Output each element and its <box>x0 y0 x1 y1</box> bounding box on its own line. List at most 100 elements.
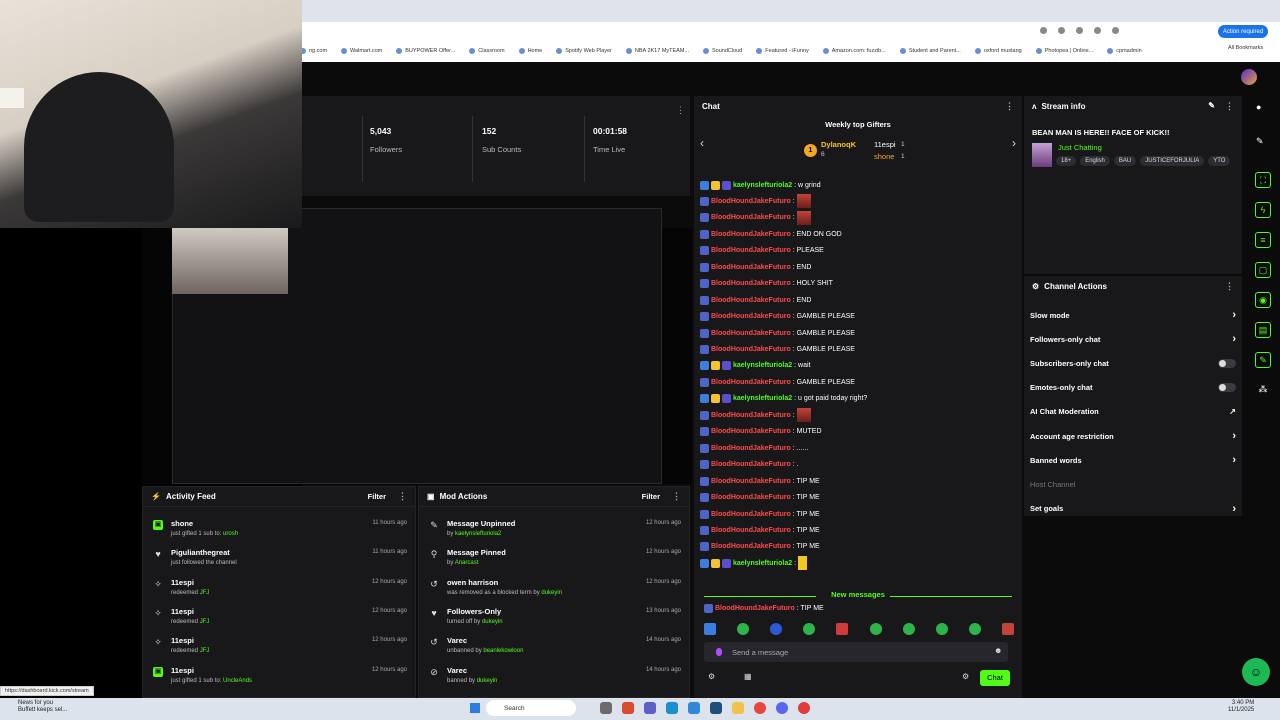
stream-info-menu-icon[interactable]: ⋮ <box>1225 101 1234 112</box>
tag-chip[interactable]: YTO <box>1208 156 1231 166</box>
chat-message[interactable]: BloodHoundJakeFuturo : TIP ME <box>704 601 824 615</box>
category-link[interactable]: Just Chatting <box>1058 143 1102 152</box>
app-icon[interactable] <box>666 702 678 714</box>
calendar-icon[interactable]: ▦ <box>744 672 752 681</box>
list-icon[interactable]: ≡ <box>1255 232 1271 248</box>
chat-username[interactable]: BloodHoundJakeFuturo <box>711 297 791 304</box>
news-widget[interactable]: News for you Buffett keeps sel... <box>18 700 67 714</box>
channel-action-item[interactable]: Subscribers-only chat <box>1030 354 1236 372</box>
app-icon[interactable] <box>688 702 700 714</box>
app-icon[interactable] <box>710 702 722 714</box>
bookmark-item[interactable]: oxford mustang <box>974 48 1022 54</box>
all-bookmarks-link[interactable]: All Bookmarks <box>1228 45 1263 51</box>
chat-message[interactable]: kaelynslefturiola2: w grind <box>700 178 821 192</box>
info-icon[interactable]: ● <box>1256 102 1261 112</box>
bookmark-item[interactable]: Home <box>518 48 542 54</box>
chat-username[interactable]: kaelynslefturiola2 <box>733 182 792 189</box>
chat-username[interactable]: BloodHoundJakeFuturo <box>711 478 791 485</box>
extension-icon[interactable] <box>1058 27 1065 34</box>
chevron-right-icon[interactable]: › <box>1012 136 1016 150</box>
chat-message[interactable]: BloodHoundJakeFuturo: TIP ME <box>700 474 820 488</box>
item-highlight[interactable]: JFJ <box>200 619 210 625</box>
chat-message[interactable]: BloodHoundJakeFuturo: END ON GOD <box>700 227 842 241</box>
support-button[interactable]: ☺ <box>1242 658 1270 686</box>
app-icon[interactable] <box>732 702 744 714</box>
item-highlight[interactable]: dukeyin <box>482 619 503 625</box>
emote-icon[interactable] <box>935 623 948 635</box>
chat-username[interactable]: BloodHoundJakeFuturo <box>711 280 791 287</box>
chat-message[interactable]: BloodHoundJakeFuturo: PLEASE <box>700 244 824 258</box>
gifter-name[interactable]: DylanoqK <box>821 140 856 149</box>
mic-icon[interactable] <box>716 648 722 656</box>
tag-chip[interactable]: 18+ <box>1056 156 1077 166</box>
chat-message[interactable]: BloodHoundJakeFuturo: <box>700 210 811 225</box>
item-highlight[interactable]: kaelynslefturiola2 <box>455 531 501 537</box>
stats-menu-icon[interactable]: ⋮ <box>676 100 685 118</box>
chat-message[interactable]: BloodHoundJakeFuturo: HOLY SHIT <box>700 277 833 291</box>
bookmark-item[interactable]: Featured - iFunny <box>756 48 809 54</box>
channel-action-item[interactable]: Emotes-only chat <box>1030 379 1236 397</box>
chat-message[interactable]: BloodHoundJakeFuturo: GAMBLE PLEASE <box>700 375 855 389</box>
chat-message[interactable]: BloodHoundJakeFuturo: <box>700 408 811 423</box>
emote-icon[interactable] <box>968 623 981 635</box>
chat-username[interactable]: BloodHoundJakeFuturo <box>711 379 791 386</box>
emote-icon[interactable] <box>737 623 750 635</box>
tag-chip[interactable]: BAU <box>1113 156 1137 166</box>
bookmark-item[interactable]: Spotify Web Player <box>556 48 612 54</box>
chat-message[interactable]: BloodHoundJakeFuturo: END <box>700 260 811 274</box>
extension-icon[interactable] <box>1094 27 1101 34</box>
chat-username[interactable]: BloodHoundJakeFuturo <box>711 264 791 271</box>
channel-actions-menu-icon[interactable]: ⋮ <box>1225 281 1234 292</box>
bookmark-item[interactable]: Walmart.com <box>341 48 382 54</box>
chat-username[interactable]: BloodHoundJakeFuturo <box>711 346 791 353</box>
chat-message[interactable]: kaelynslefturiola2: u got paid today rig… <box>700 392 867 406</box>
emote-icon[interactable] <box>1001 623 1014 635</box>
windows-start-icon[interactable] <box>470 703 480 713</box>
chat-message[interactable]: BloodHoundJakeFuturo: <box>700 194 811 209</box>
emote-icon[interactable] <box>869 623 882 635</box>
emote-icon[interactable] <box>770 623 783 635</box>
chat-message[interactable]: BloodHoundJakeFuturo: GAMBLE PLEASE <box>700 326 855 340</box>
tag-chip[interactable]: English <box>1080 156 1110 166</box>
emote-icon[interactable] <box>902 623 915 635</box>
bookmark-item[interactable]: Photopea | Online... <box>1035 48 1093 54</box>
chat-username[interactable]: BloodHoundJakeFuturo <box>711 247 791 254</box>
chrome-icon[interactable] <box>754 702 766 714</box>
chat-message[interactable]: BloodHoundJakeFuturo: . <box>700 458 799 472</box>
emote-icon[interactable] <box>704 623 716 635</box>
chat-messages[interactable]: kaelynslefturiola2: w grind BloodHoundJak… <box>700 178 1016 598</box>
emote-icon[interactable] <box>836 623 849 635</box>
extension-icon[interactable] <box>1076 27 1083 34</box>
chat-message[interactable]: BloodHoundJakeFuturo: TIP ME <box>700 491 820 505</box>
gifter-name[interactable]: shone <box>874 152 894 161</box>
item-highlight[interactable]: Anarcast <box>455 560 479 566</box>
tool-icon[interactable]: ✎ <box>1255 352 1271 368</box>
bookmark-item[interactable]: cpmadmin <box>1107 48 1142 54</box>
bookmark-item[interactable]: SoundCloud <box>703 48 742 54</box>
pencil-icon[interactable]: ✎ <box>1256 136 1264 147</box>
activity-filter-button[interactable]: Filter <box>368 492 386 501</box>
bookmark-item[interactable]: Amazon.com: fuzzib... <box>822 48 886 54</box>
star-icon[interactable] <box>1040 27 1047 34</box>
chat-message[interactable]: BloodHoundJakeFuturo: MUTED <box>700 425 822 439</box>
channel-action-item[interactable]: AI Chat Moderation ↗ <box>1030 403 1236 421</box>
channel-action-item[interactable]: Slow mode › <box>1030 306 1236 324</box>
chat-message[interactable]: BloodHoundJakeFuturo: TIP ME <box>700 540 820 554</box>
chat-icon[interactable]: ▢ <box>1255 262 1271 278</box>
channel-action-item[interactable]: Account age restriction › <box>1030 427 1236 445</box>
toggle-switch[interactable] <box>1218 383 1236 393</box>
chat-username[interactable]: kaelynslefturiola2 <box>733 395 792 402</box>
item-highlight[interactable]: dukeyin <box>477 678 498 684</box>
mod-menu-icon[interactable]: ⋮ <box>672 491 681 502</box>
chat-message[interactable]: BloodHoundJakeFuturo: ...... <box>700 441 808 455</box>
chat-username[interactable]: BloodHoundJakeFuturo <box>715 605 795 612</box>
channel-action-item[interactable]: Followers-only chat › <box>1030 330 1236 348</box>
crop-icon[interactable]: ⛶ <box>1255 172 1271 188</box>
chat-username[interactable]: BloodHoundJakeFuturo <box>711 198 791 205</box>
app-icon[interactable] <box>600 702 612 714</box>
bookmark-item[interactable]: ng.com <box>300 48 327 54</box>
bolt-icon[interactable]: ϟ <box>1255 202 1271 218</box>
item-highlight[interactable]: dukeyin <box>541 590 562 596</box>
chat-username[interactable]: BloodHoundJakeFuturo <box>711 461 791 468</box>
taskbar-search[interactable]: Search <box>486 700 576 716</box>
